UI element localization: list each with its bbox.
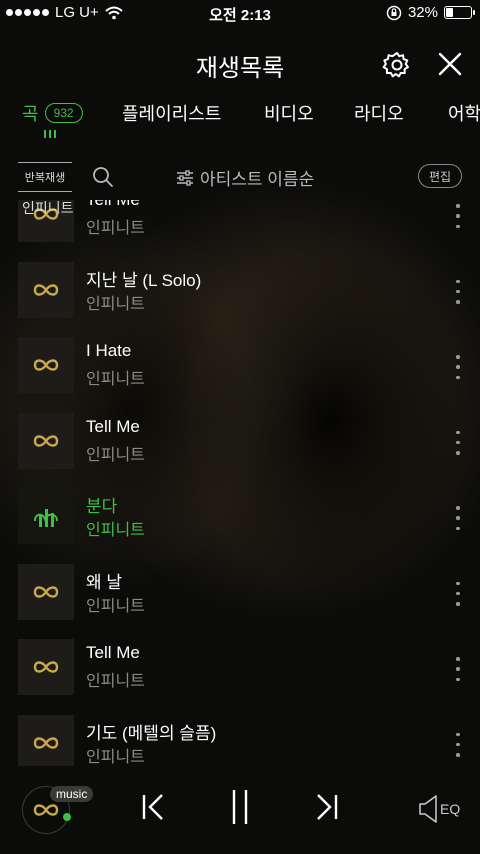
album-thumbnail: [18, 639, 74, 695]
more-options-icon[interactable]: [450, 204, 466, 228]
rotation-lock-icon: [386, 5, 402, 20]
battery-icon: [444, 6, 475, 19]
eq-button[interactable]: EQ: [418, 794, 460, 824]
repeat-button[interactable]: 반복재생: [18, 162, 72, 192]
album-thumbnail: [18, 563, 74, 620]
tab-songs[interactable]: 곡 932: [22, 100, 83, 126]
song-row[interactable]: 지난 날 (L Solo) 인피니트: [0, 261, 480, 338]
sort-button[interactable]: 아티스트 이름순: [176, 165, 314, 190]
status-bar: LG U+ 오전 2:13 32%: [0, 0, 480, 26]
progress-dot: [63, 813, 71, 821]
song-row[interactable]: I Hate 인피니트: [0, 337, 480, 413]
song-title: Tell Me: [86, 643, 140, 662]
tab-video[interactable]: 비디오: [264, 100, 314, 126]
infinity-logo-icon: [33, 283, 59, 296]
album-thumbnail: [18, 412, 74, 469]
song-row[interactable]: Tell Me 인피니트: [0, 639, 480, 715]
sliders-icon: [177, 169, 193, 186]
eq-label: EQ: [440, 801, 461, 817]
infinity-logo-icon: [33, 359, 59, 371]
infinity-logo-icon: [33, 661, 59, 673]
infinity-logo-icon: [33, 434, 59, 447]
song-title: 지난 날 (L Solo): [86, 270, 202, 290]
header: 재생목록: [0, 44, 480, 84]
tab-active-indicator: [44, 130, 56, 138]
more-options-icon[interactable]: [450, 430, 466, 455]
more-options-icon[interactable]: [450, 657, 466, 681]
album-thumbnail: [18, 488, 74, 544]
song-title: I Hate: [86, 341, 132, 360]
thumb-label: 인피니트: [22, 200, 74, 216]
list-toolbar: 반복재생 아티스트 이름순 편집: [0, 160, 480, 194]
song-row[interactable]: 인피니트 Tell Me 인피니트: [0, 200, 480, 262]
tab-radio[interactable]: 라디오: [354, 100, 404, 126]
album-thumbnail: [18, 337, 74, 393]
more-options-icon[interactable]: [450, 581, 466, 606]
song-title: Tell Me: [86, 416, 140, 436]
category-tabs: 곡 932 플레이리스트 비디오 라디오 어학: [0, 98, 480, 138]
status-right: 32%: [386, 4, 475, 21]
song-title: 왜 날: [86, 572, 123, 592]
song-artist: 인피니트: [86, 748, 145, 766]
song-row[interactable]: 기도 (메텔의 슬픔) 인피니트: [0, 714, 480, 766]
infinity-logo-icon: [33, 736, 59, 749]
player-bar: music EQ: [0, 770, 480, 854]
song-title: Tell Me: [86, 200, 140, 210]
song-artist: 인피니트: [86, 295, 145, 313]
song-row[interactable]: 분다인피니트: [0, 488, 480, 564]
song-artist: 인피니트: [86, 673, 145, 690]
song-list: 인피니트Tell Me인피니트지난 날 (L Solo)인피니트I Hate인피…: [0, 200, 480, 766]
gear-icon[interactable]: [382, 50, 412, 80]
tab-songs-label: 곡: [22, 104, 39, 124]
song-row[interactable]: Tell Me 인피니트: [0, 412, 480, 489]
tab-language[interactable]: 어학: [448, 100, 480, 126]
close-icon[interactable]: [436, 50, 464, 78]
song-artist: 인피니트: [86, 220, 145, 237]
more-options-icon[interactable]: [450, 355, 466, 379]
edit-button[interactable]: 편집: [418, 164, 462, 188]
more-options-icon[interactable]: [450, 506, 466, 530]
album-thumbnail: [18, 714, 74, 766]
next-icon[interactable]: [312, 792, 340, 822]
song-artist: 인피니트: [86, 446, 145, 464]
song-title: 분다: [86, 497, 118, 516]
music-badge: music: [50, 786, 94, 802]
infinity-logo-icon: [33, 585, 59, 598]
previous-icon[interactable]: [140, 792, 168, 822]
song-artist: 인피니트: [86, 522, 145, 539]
search-icon[interactable]: [92, 166, 114, 188]
now-playing-bars-icon: [34, 509, 58, 527]
song-row[interactable]: 왜 날인피니트: [0, 563, 480, 640]
sort-label: 아티스트 이름순: [200, 170, 315, 189]
song-artist: 인피니트: [86, 371, 145, 388]
pause-icon[interactable]: [228, 788, 252, 826]
album-thumbnail: [18, 261, 74, 318]
infinity-logo-icon: [33, 804, 59, 816]
more-options-icon[interactable]: [450, 279, 466, 304]
song-artist: 인피니트: [86, 597, 145, 615]
battery-percent: 32%: [407, 4, 438, 21]
tab-playlist[interactable]: 플레이리스트: [122, 100, 221, 126]
more-options-icon[interactable]: [450, 732, 466, 757]
song-title: 기도 (메텔의 슬픔): [86, 723, 217, 743]
song-count-badge: 932: [44, 103, 83, 123]
speaker-icon: [419, 795, 437, 823]
